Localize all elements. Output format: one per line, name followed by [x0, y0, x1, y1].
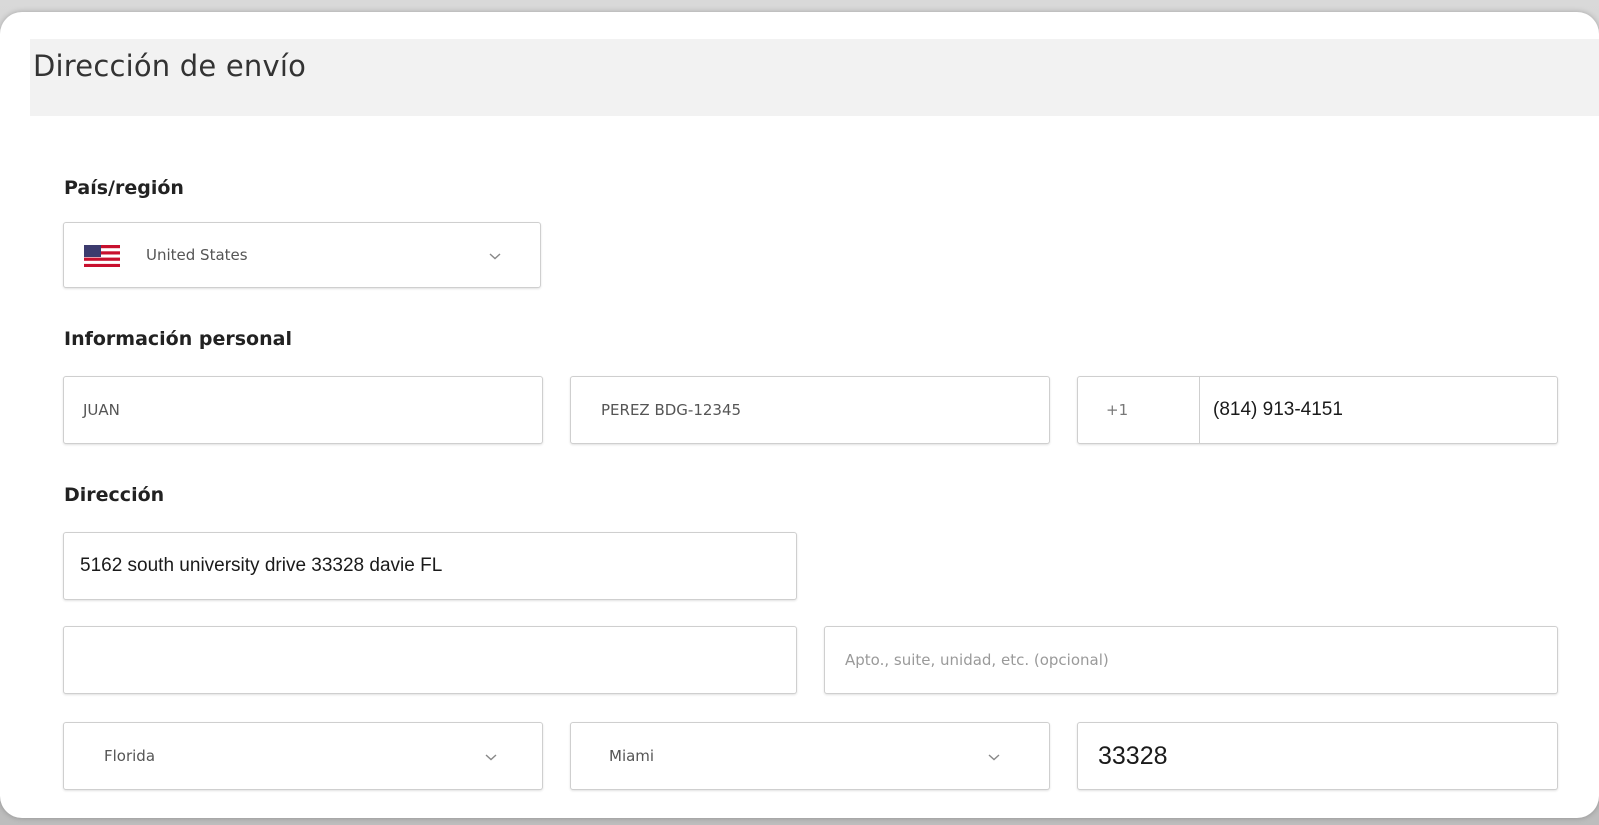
phone-country-code[interactable]: +1: [1106, 401, 1128, 419]
personal-info-label: Información personal: [64, 328, 292, 350]
first-name-value: JUAN: [83, 401, 120, 419]
address-line2-input[interactable]: [63, 626, 797, 694]
city-value: Miami: [609, 747, 655, 765]
chevron-down-icon: [988, 754, 1000, 761]
apartment-placeholder: Apto., suite, unidad, etc. (opcional): [845, 651, 1109, 669]
chevron-down-icon: [489, 253, 501, 260]
first-name-input[interactable]: JUAN: [63, 376, 543, 444]
address-label: Dirección: [64, 484, 165, 506]
last-name-input[interactable]: PEREZ BDG-12345: [570, 376, 1050, 444]
address-line1-value: 5162 south university drive 33328 davie …: [80, 555, 443, 576]
country-value: United States: [146, 246, 248, 264]
phone-field[interactable]: +1 (814) 913-4151: [1077, 376, 1558, 444]
shipping-address-card: Dirección de envío País/región United St…: [0, 12, 1599, 818]
last-name-value: PEREZ BDG-12345: [601, 401, 742, 419]
country-label: País/región: [64, 177, 184, 199]
section-header: Dirección de envío: [30, 39, 1599, 116]
zip-code-input[interactable]: 33328: [1077, 722, 1558, 790]
phone-divider: [1199, 377, 1200, 443]
zip-code-value: 33328: [1098, 741, 1168, 770]
city-select[interactable]: Miami: [570, 722, 1050, 790]
page-title: Dirección de envío: [33, 49, 307, 83]
apartment-input[interactable]: Apto., suite, unidad, etc. (opcional): [824, 626, 1558, 694]
us-flag-icon: [84, 245, 120, 267]
address-line1-input[interactable]: 5162 south university drive 33328 davie …: [63, 532, 797, 600]
state-select[interactable]: Florida: [63, 722, 543, 790]
chevron-down-icon: [485, 754, 497, 761]
phone-number-value[interactable]: (814) 913-4151: [1213, 399, 1343, 421]
country-select[interactable]: United States: [63, 222, 541, 288]
state-value: Florida: [104, 747, 156, 765]
